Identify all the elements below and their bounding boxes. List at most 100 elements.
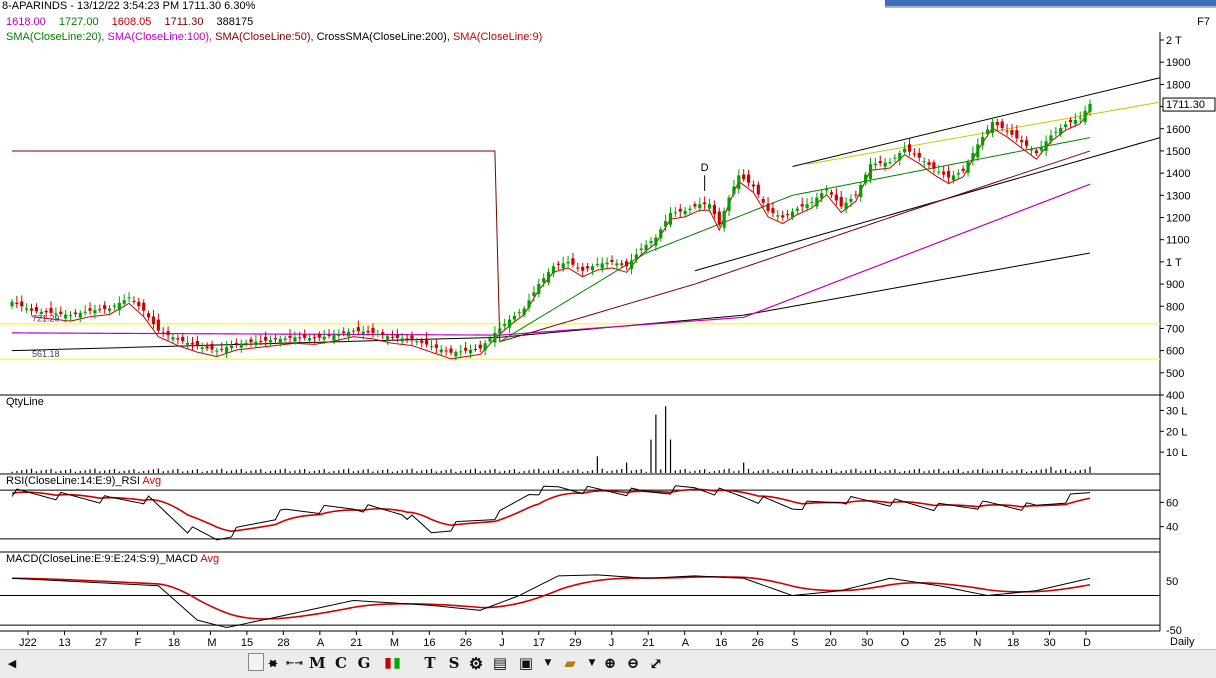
open-folder-icon[interactable]: ▰ [562,653,578,673]
candle-body [912,153,916,155]
candle-body [200,347,204,349]
candle-body [668,213,673,225]
zoom-fit-icon[interactable]: ⇤⇥ [286,653,303,673]
candle-body [283,338,287,340]
candle-body [376,333,380,335]
candle-body [1005,130,1009,132]
candle-body [39,311,43,314]
candle-body [1000,121,1004,129]
candle-body [800,204,804,207]
tool-s-button[interactable]: S [446,653,462,673]
candle-body [337,333,341,336]
candle-body [312,337,317,339]
candle-body [29,308,34,311]
candle-body [142,302,146,311]
zoom-out-icon[interactable]: ⊖ [625,653,641,673]
price-tick-label: 500 [1166,368,1184,380]
gear-icon[interactable]: ⚙ [468,653,484,673]
fullscreen-icon[interactable]: ⤢ [648,653,664,673]
volume-tick-label: 30 L [1166,405,1187,417]
candle-body [1020,140,1024,143]
tool-c-button[interactable]: C [333,653,349,673]
candle-body [298,337,302,339]
rsi-tick-label: 40 [1166,522,1178,534]
candle-body [49,307,53,313]
candle-body [390,337,395,339]
candle-body [429,346,434,348]
candle-body [956,173,960,175]
candle-body [742,174,746,180]
candle-body [449,348,453,353]
candle-body [683,210,687,215]
candle-body [590,266,595,271]
candle-body [83,311,87,313]
candle-body [561,263,565,269]
candle-body [473,348,477,350]
table-icon[interactable]: ▤ [492,653,508,673]
candle-body [698,204,702,209]
candle-body [717,211,721,225]
x-tick-label: J [609,637,615,649]
rsi-line [11,485,1091,541]
price-tick-label: 1900 [1166,57,1190,69]
x-tick-label: S [791,637,798,649]
candlesticks: D [10,99,1092,361]
x-tick-label: 16 [423,637,435,649]
x-tick-label: 17 [533,637,545,649]
rsi-panel-label: RSI(CloseLine:14:E:9)_RSI Avg [6,475,161,488]
candle-body [927,162,931,165]
candle-body [903,148,907,153]
volume-tick-label: 10 L [1166,447,1187,459]
candle-body [756,184,760,195]
tool-g-button[interactable]: G [356,653,372,673]
candle-body [161,332,165,334]
save-icon[interactable]: ▣ [518,653,534,673]
rsi-avg-label: Avg [142,475,162,487]
candle-body [15,302,19,305]
tool-t-button[interactable]: T [422,653,438,673]
price-tick-label: 1800 [1166,79,1190,91]
rsi-lines: 60 40 [0,485,1178,541]
price-tick-label: 1400 [1166,168,1190,180]
scroll-left-icon[interactable]: ◀ [4,653,20,673]
candle-body [727,197,731,211]
zoom-in-icon[interactable]: ⊕ [602,653,618,673]
candle-body [361,331,365,334]
candle-body [703,202,707,205]
candle-body [215,350,219,352]
candle-body [781,215,785,218]
candle-body [181,336,185,342]
candle-body [1054,131,1058,133]
candle-body [629,260,634,269]
candle-body [322,336,326,340]
tool-m-button[interactable]: M [309,653,326,673]
candle-body [507,319,512,328]
price-tick-label: 1600 [1166,124,1190,136]
candle-body [615,263,619,266]
save-dropdown-icon[interactable]: ▼ [540,653,556,673]
candle-body [795,208,799,211]
candle-body [210,343,214,350]
candle-body [107,308,112,311]
candle-body [585,266,590,269]
candle-body [581,266,585,271]
candle-body [746,174,751,183]
candle-body [1034,150,1038,154]
candle-body [1029,149,1034,151]
candle-body [1059,128,1063,135]
last-price-label: 1711.30 [1166,99,1205,111]
x-tick-label: 21 [642,637,654,649]
candle-body [234,342,238,344]
x-tick-label: J22 [19,637,37,649]
candle-body [917,152,921,158]
candle-type-icon-2[interactable]: ▮ [389,653,405,673]
horizontal-scrollbar[interactable] [248,653,264,671]
candle-body [468,349,473,354]
x-tick-label: 27 [95,637,107,649]
candle-body [220,348,224,350]
x-tick-label: 21 [350,637,362,649]
open-dropdown-icon[interactable]: ▼ [584,653,600,673]
candle-body [844,202,848,210]
candle-body [966,162,970,173]
scroll-end-icon[interactable]: ▶ [266,653,282,673]
